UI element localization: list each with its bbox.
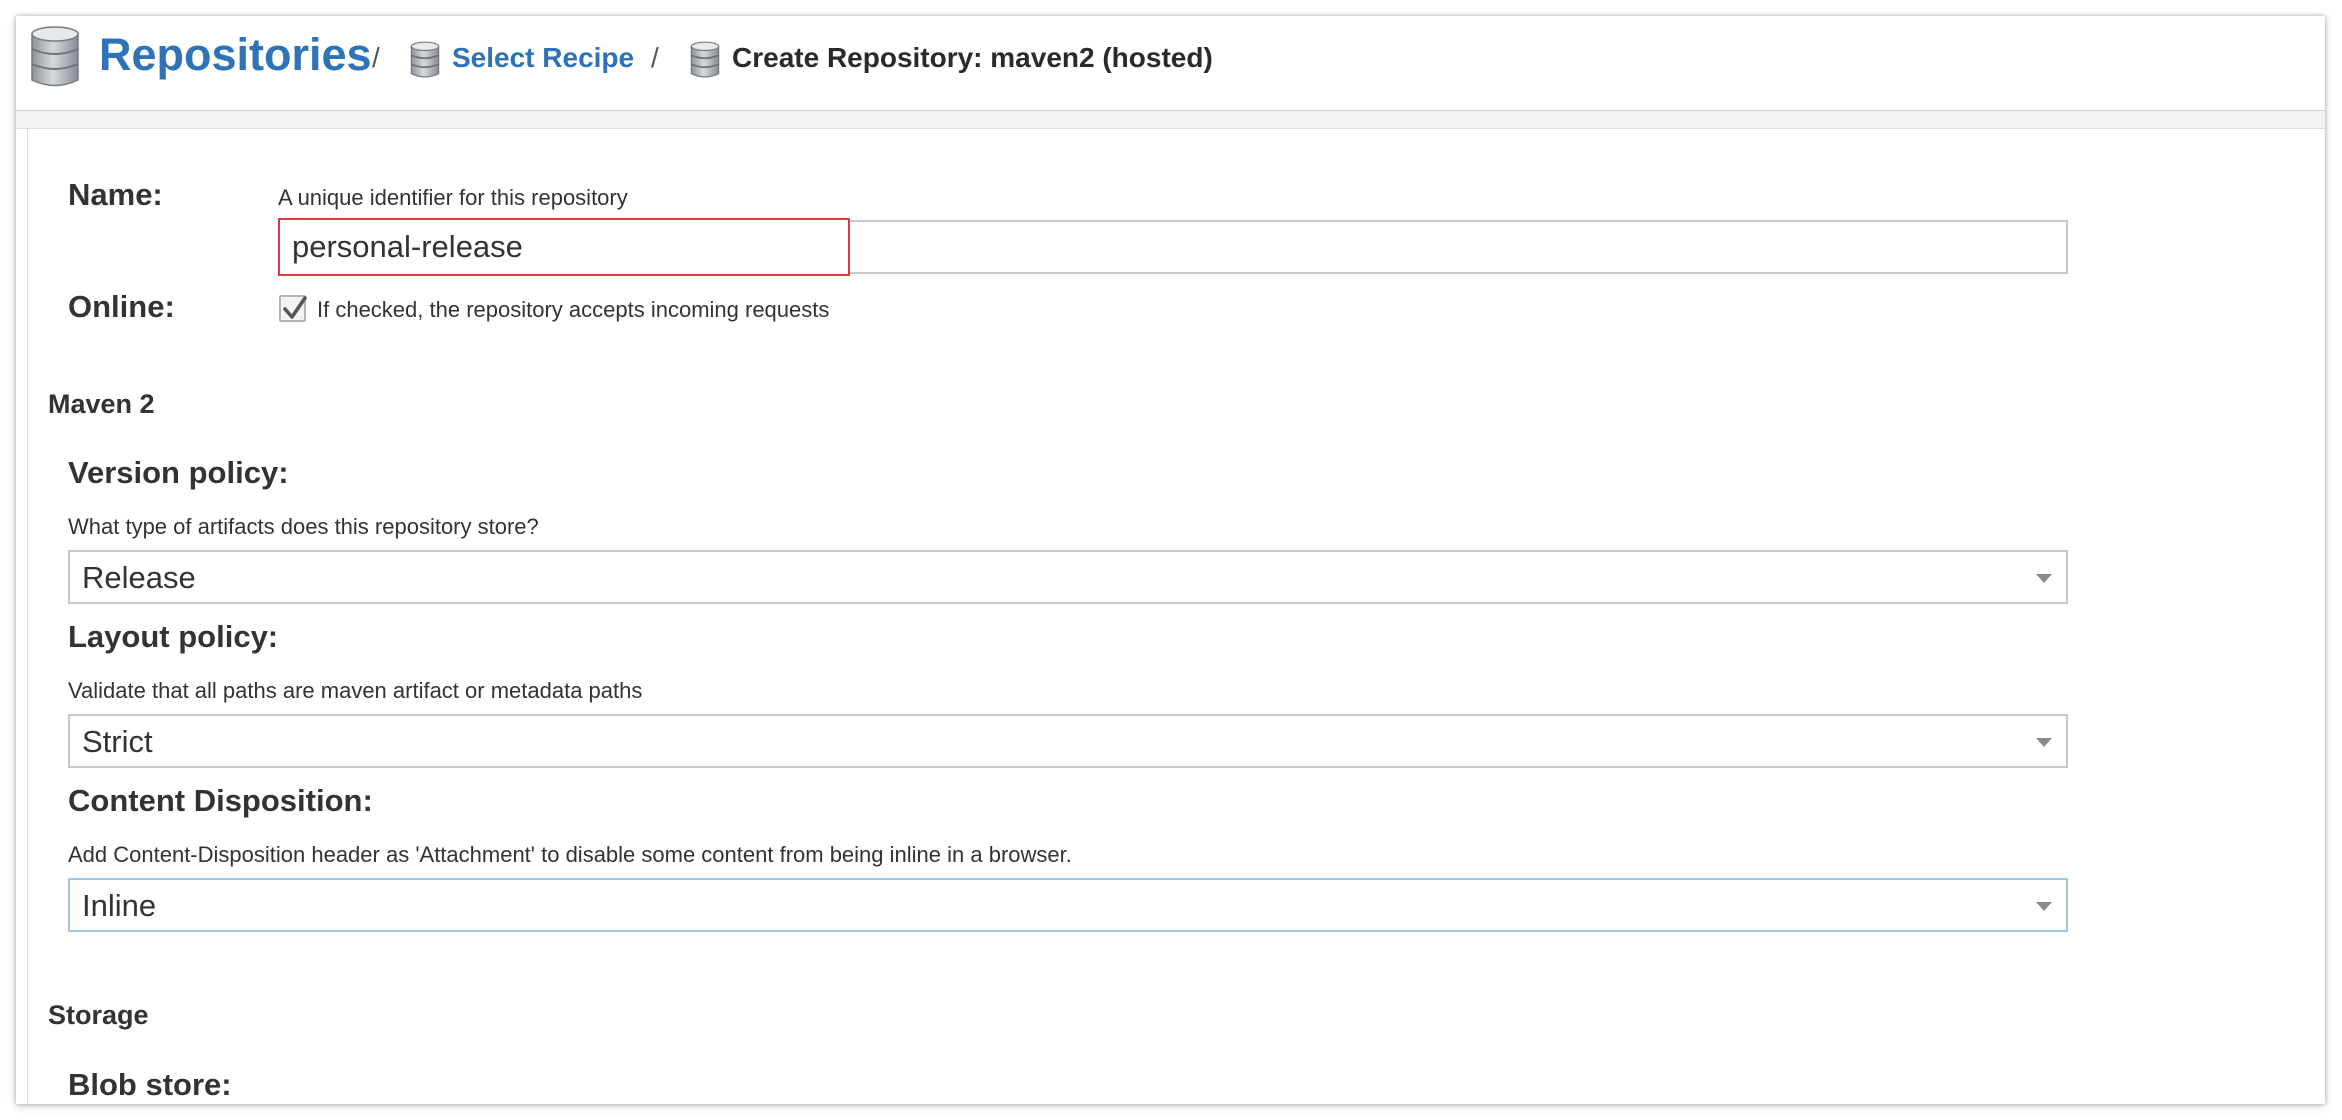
version-policy-select[interactable]: Release: [68, 550, 2068, 604]
breadcrumb-current: Create Repository: maven2 (hosted): [732, 42, 1213, 73]
layout-policy-help: Validate that all paths are maven artifa…: [68, 678, 643, 703]
online-checkbox[interactable]: [279, 295, 307, 322]
layout-policy-select[interactable]: Strict: [68, 714, 2068, 768]
online-help: If checked, the repository accepts incom…: [317, 297, 830, 322]
version-policy-value: Release: [82, 560, 196, 595]
breadcrumb-separator: /: [651, 42, 659, 73]
chevron-down-icon[interactable]: [2036, 574, 2052, 583]
breadcrumb-select-recipe-link[interactable]: Select Recipe: [452, 42, 634, 74]
repository-window: Repositories / Select Recipe / Create Re…: [16, 16, 2325, 1104]
content-disposition-value: Inline: [82, 888, 157, 923]
name-input[interactable]: personal-release: [278, 218, 850, 276]
checkmark-icon: [283, 296, 307, 319]
version-policy-help: What type of artifacts does this reposit…: [68, 514, 539, 539]
content-disposition-label: Content Disposition:: [68, 783, 373, 818]
database-icon: [31, 26, 79, 87]
page-title[interactable]: Repositories: [99, 29, 372, 81]
blob-store-label: Blob store:: [68, 1067, 232, 1102]
storage-section-label: Storage: [48, 1000, 149, 1030]
create-repository-form: Name: A unique identifier for this repos…: [27, 129, 2325, 1104]
breadcrumb: Repositories / Select Recipe / Create Re…: [16, 16, 2325, 111]
database-icon: [410, 41, 440, 78]
chevron-down-icon[interactable]: [2036, 902, 2052, 911]
layout-policy-label: Layout policy:: [68, 619, 279, 654]
database-icon: [690, 41, 720, 78]
name-help: A unique identifier for this repository: [278, 185, 628, 210]
layout-policy-value: Strict: [82, 724, 153, 759]
breadcrumb-separator: /: [372, 42, 380, 73]
content-disposition-help: Add Content-Disposition header as 'Attac…: [68, 842, 1072, 867]
chevron-down-icon[interactable]: [2036, 738, 2052, 747]
toolbar-strip: [16, 111, 2325, 129]
version-policy-label: Version policy:: [68, 455, 289, 490]
online-label: Online:: [68, 289, 175, 324]
name-label: Name:: [68, 177, 163, 212]
maven2-section-label: Maven 2: [48, 389, 155, 419]
content-disposition-select[interactable]: Inline: [68, 878, 2068, 932]
